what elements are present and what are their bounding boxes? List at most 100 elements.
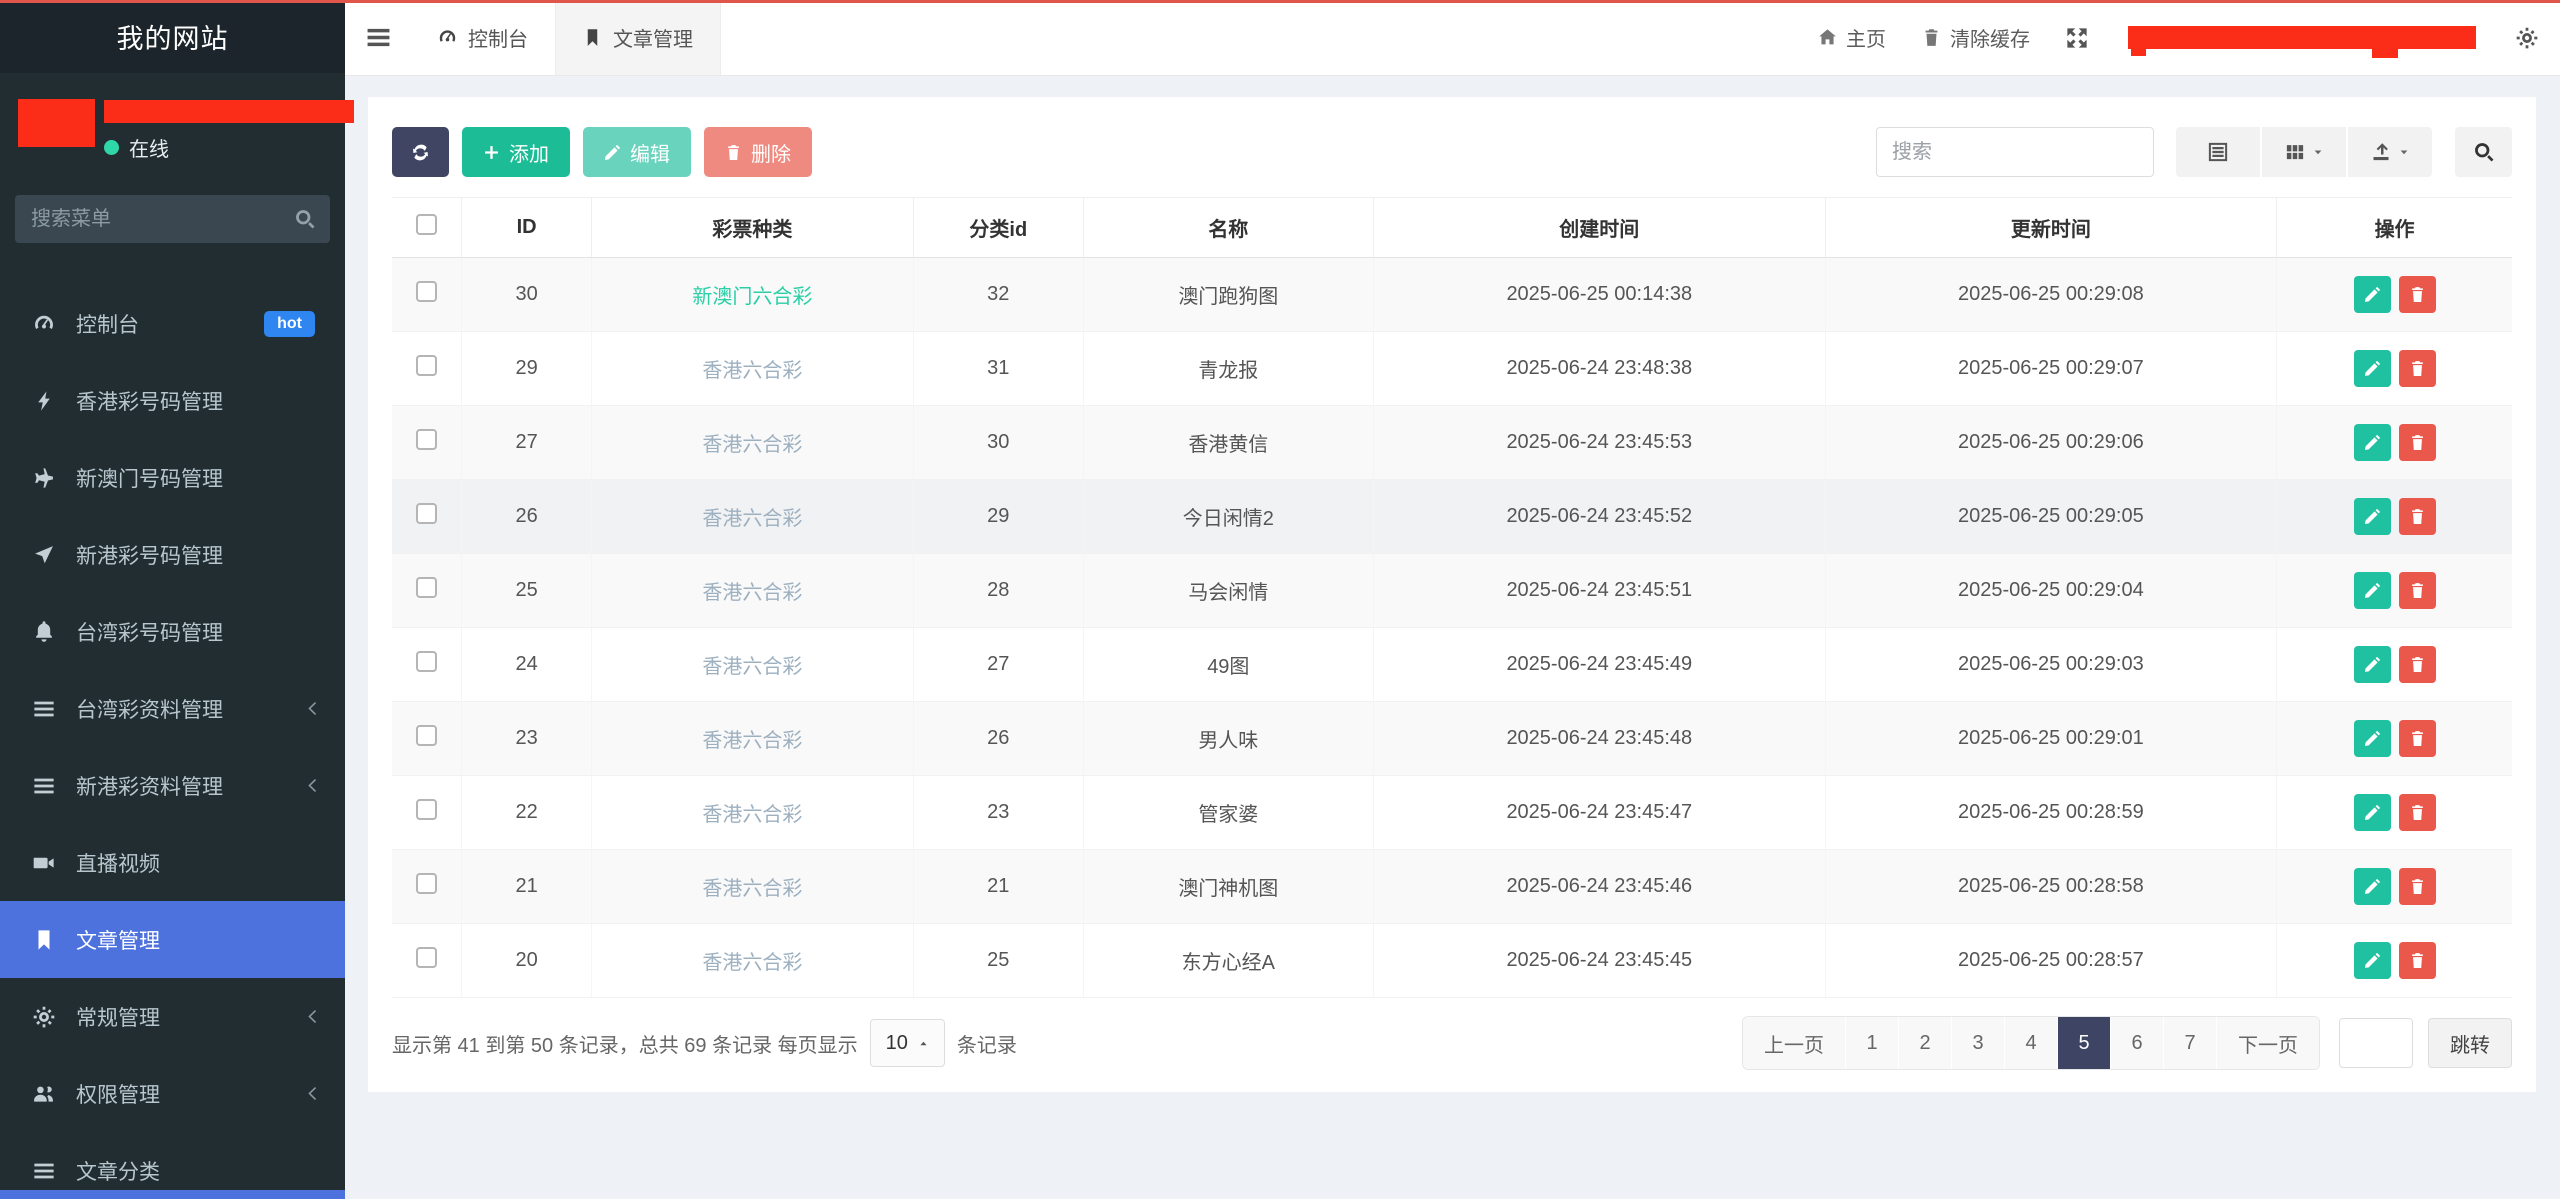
category-link[interactable]: 香港六合彩 bbox=[702, 878, 802, 900]
sidebar-item-article-category[interactable]: 文章分类 bbox=[0, 1132, 345, 1199]
row-delete-button[interactable] bbox=[2399, 276, 2436, 313]
category-link[interactable]: 香港六合彩 bbox=[702, 582, 802, 604]
row-checkbox[interactable] bbox=[416, 503, 437, 524]
pagination-page-3[interactable]: 3 bbox=[1952, 1017, 2005, 1069]
row-edit-button[interactable] bbox=[2354, 868, 2391, 905]
users-icon bbox=[28, 1083, 60, 1105]
tab-console[interactable]: 控制台 bbox=[411, 0, 555, 75]
category-link[interactable]: 香港六合彩 bbox=[702, 656, 802, 678]
pagination-page-6[interactable]: 6 bbox=[2111, 1017, 2164, 1069]
sidebar-item-label: 新港彩号码管理 bbox=[76, 540, 321, 570]
row-edit-button[interactable] bbox=[2354, 942, 2391, 979]
cell-created-at: 2025-06-24 23:45:52 bbox=[1374, 480, 1826, 554]
sidebar-nav: 控制台hot香港彩号码管理新澳门号码管理新港彩号码管理台湾彩号码管理台湾彩资料管… bbox=[0, 285, 345, 1199]
pagination-page-7[interactable]: 7 bbox=[2164, 1017, 2217, 1069]
row-edit-button[interactable] bbox=[2354, 424, 2391, 461]
sidebar-item-taiwan-data[interactable]: 台湾彩资料管理 bbox=[0, 670, 345, 747]
sidebar-item-label: 台湾彩资料管理 bbox=[76, 694, 306, 724]
pagination-page-5[interactable]: 5 bbox=[2058, 1017, 2111, 1069]
row-delete-button[interactable] bbox=[2399, 572, 2436, 609]
pagination-page-1[interactable]: 1 bbox=[1846, 1017, 1899, 1069]
category-link[interactable]: 新澳门六合彩 bbox=[692, 286, 812, 308]
row-edit-button[interactable] bbox=[2354, 276, 2391, 313]
delete-button[interactable]: 删除 bbox=[704, 127, 812, 177]
row-delete-button[interactable] bbox=[2399, 424, 2436, 461]
bolt-icon bbox=[28, 390, 60, 412]
select-all-checkbox[interactable] bbox=[416, 214, 437, 235]
category-link[interactable]: 香港六合彩 bbox=[702, 952, 802, 974]
row-checkbox[interactable] bbox=[416, 947, 437, 968]
row-edit-button[interactable] bbox=[2354, 572, 2391, 609]
cell-updated-at: 2025-06-25 00:29:04 bbox=[1825, 554, 2277, 628]
row-edit-button[interactable] bbox=[2354, 794, 2391, 831]
home-link[interactable]: 主页 bbox=[1818, 23, 1886, 52]
page-size-select[interactable]: 10 bbox=[870, 1019, 945, 1067]
category-link[interactable]: 香港六合彩 bbox=[702, 360, 802, 382]
row-delete-button[interactable] bbox=[2399, 646, 2436, 683]
category-link[interactable]: 香港六合彩 bbox=[702, 508, 802, 530]
refresh-button[interactable] bbox=[392, 127, 449, 177]
pagination-page-4[interactable]: 4 bbox=[2005, 1017, 2058, 1069]
pagination-page-2[interactable]: 2 bbox=[1899, 1017, 1952, 1069]
category-link[interactable]: 香港六合彩 bbox=[702, 804, 802, 826]
sidebar-item-article-management[interactable]: 文章管理 bbox=[0, 901, 345, 978]
row-checkbox[interactable] bbox=[416, 799, 437, 820]
toggle-view-button[interactable] bbox=[2176, 127, 2262, 177]
row-edit-button[interactable] bbox=[2354, 720, 2391, 757]
row-delete-button[interactable] bbox=[2399, 794, 2436, 831]
table-footer: 显示第 41 到第 50 条记录，总共 69 条记录 每页显示 10 条记录 上… bbox=[392, 1016, 2512, 1070]
sidebar-item-dashboard[interactable]: 控制台hot bbox=[0, 285, 345, 362]
fullscreen-icon[interactable] bbox=[2066, 27, 2088, 49]
row-edit-button[interactable] bbox=[2354, 498, 2391, 535]
sidebar-item-general-management[interactable]: 常规管理 bbox=[0, 978, 345, 1055]
sidebar-item-live-video[interactable]: 直播视频 bbox=[0, 824, 345, 901]
sidebar-item-label: 台湾彩号码管理 bbox=[76, 617, 321, 647]
pagination-next[interactable]: 下一页 bbox=[2217, 1017, 2319, 1069]
sidebar-item-new-hk-data[interactable]: 新港彩资料管理 bbox=[0, 747, 345, 824]
send-icon bbox=[28, 544, 60, 566]
sidebar-item-new-macau-numbers[interactable]: 新澳门号码管理 bbox=[0, 439, 345, 516]
pencil-icon bbox=[2364, 730, 2381, 747]
row-checkbox[interactable] bbox=[416, 725, 437, 746]
sidebar-item-label: 新澳门号码管理 bbox=[76, 463, 321, 493]
columns-button[interactable] bbox=[2262, 127, 2348, 177]
tab-article-management[interactable]: 文章管理 bbox=[555, 0, 721, 75]
row-checkbox[interactable] bbox=[416, 873, 437, 894]
row-delete-button[interactable] bbox=[2399, 942, 2436, 979]
row-checkbox[interactable] bbox=[416, 429, 437, 450]
row-checkbox[interactable] bbox=[416, 281, 437, 302]
jump-page-input[interactable] bbox=[2339, 1018, 2413, 1068]
row-checkbox[interactable] bbox=[416, 651, 437, 672]
sidebar-item-taiwan-numbers[interactable]: 台湾彩号码管理 bbox=[0, 593, 345, 670]
row-delete-button[interactable] bbox=[2399, 498, 2436, 535]
row-edit-button[interactable] bbox=[2354, 350, 2391, 387]
pagination-prev[interactable]: 上一页 bbox=[1743, 1017, 1846, 1069]
sidebar-item-auth-management[interactable]: 权限管理 bbox=[0, 1055, 345, 1132]
row-checkbox[interactable] bbox=[416, 577, 437, 598]
sidebar-item-new-hk-numbers[interactable]: 新港彩号码管理 bbox=[0, 516, 345, 593]
clear-cache-link[interactable]: 清除缓存 bbox=[1922, 23, 2030, 52]
table-icon bbox=[2208, 142, 2228, 162]
category-link[interactable]: 香港六合彩 bbox=[702, 434, 802, 456]
edit-button[interactable]: 编辑 bbox=[583, 127, 691, 177]
table-row: 20香港六合彩25东方心经A2025-06-24 23:45:452025-06… bbox=[392, 924, 2512, 998]
table-search-input[interactable] bbox=[1876, 127, 2154, 177]
row-delete-button[interactable] bbox=[2399, 720, 2436, 757]
row-delete-button[interactable] bbox=[2399, 868, 2436, 905]
row-edit-button[interactable] bbox=[2354, 646, 2391, 683]
category-link[interactable]: 香港六合彩 bbox=[702, 730, 802, 752]
sidebar-toggle-button[interactable] bbox=[345, 0, 411, 75]
cell-created-at: 2025-06-24 23:45:49 bbox=[1374, 628, 1826, 702]
cell-updated-at: 2025-06-25 00:28:57 bbox=[1825, 924, 2277, 998]
search-submit-button[interactable] bbox=[2455, 127, 2512, 177]
cell-updated-at: 2025-06-25 00:29:08 bbox=[1825, 258, 2277, 332]
row-checkbox[interactable] bbox=[416, 355, 437, 376]
add-button[interactable]: 添加 bbox=[462, 127, 570, 177]
row-delete-button[interactable] bbox=[2399, 350, 2436, 387]
bookmark-icon bbox=[28, 929, 60, 951]
settings-gears-icon[interactable] bbox=[2516, 27, 2538, 49]
export-button[interactable] bbox=[2348, 127, 2432, 177]
jump-button[interactable]: 跳转 bbox=[2428, 1018, 2512, 1068]
menu-search-input[interactable] bbox=[15, 195, 330, 243]
sidebar-item-hk-lottery-numbers[interactable]: 香港彩号码管理 bbox=[0, 362, 345, 439]
